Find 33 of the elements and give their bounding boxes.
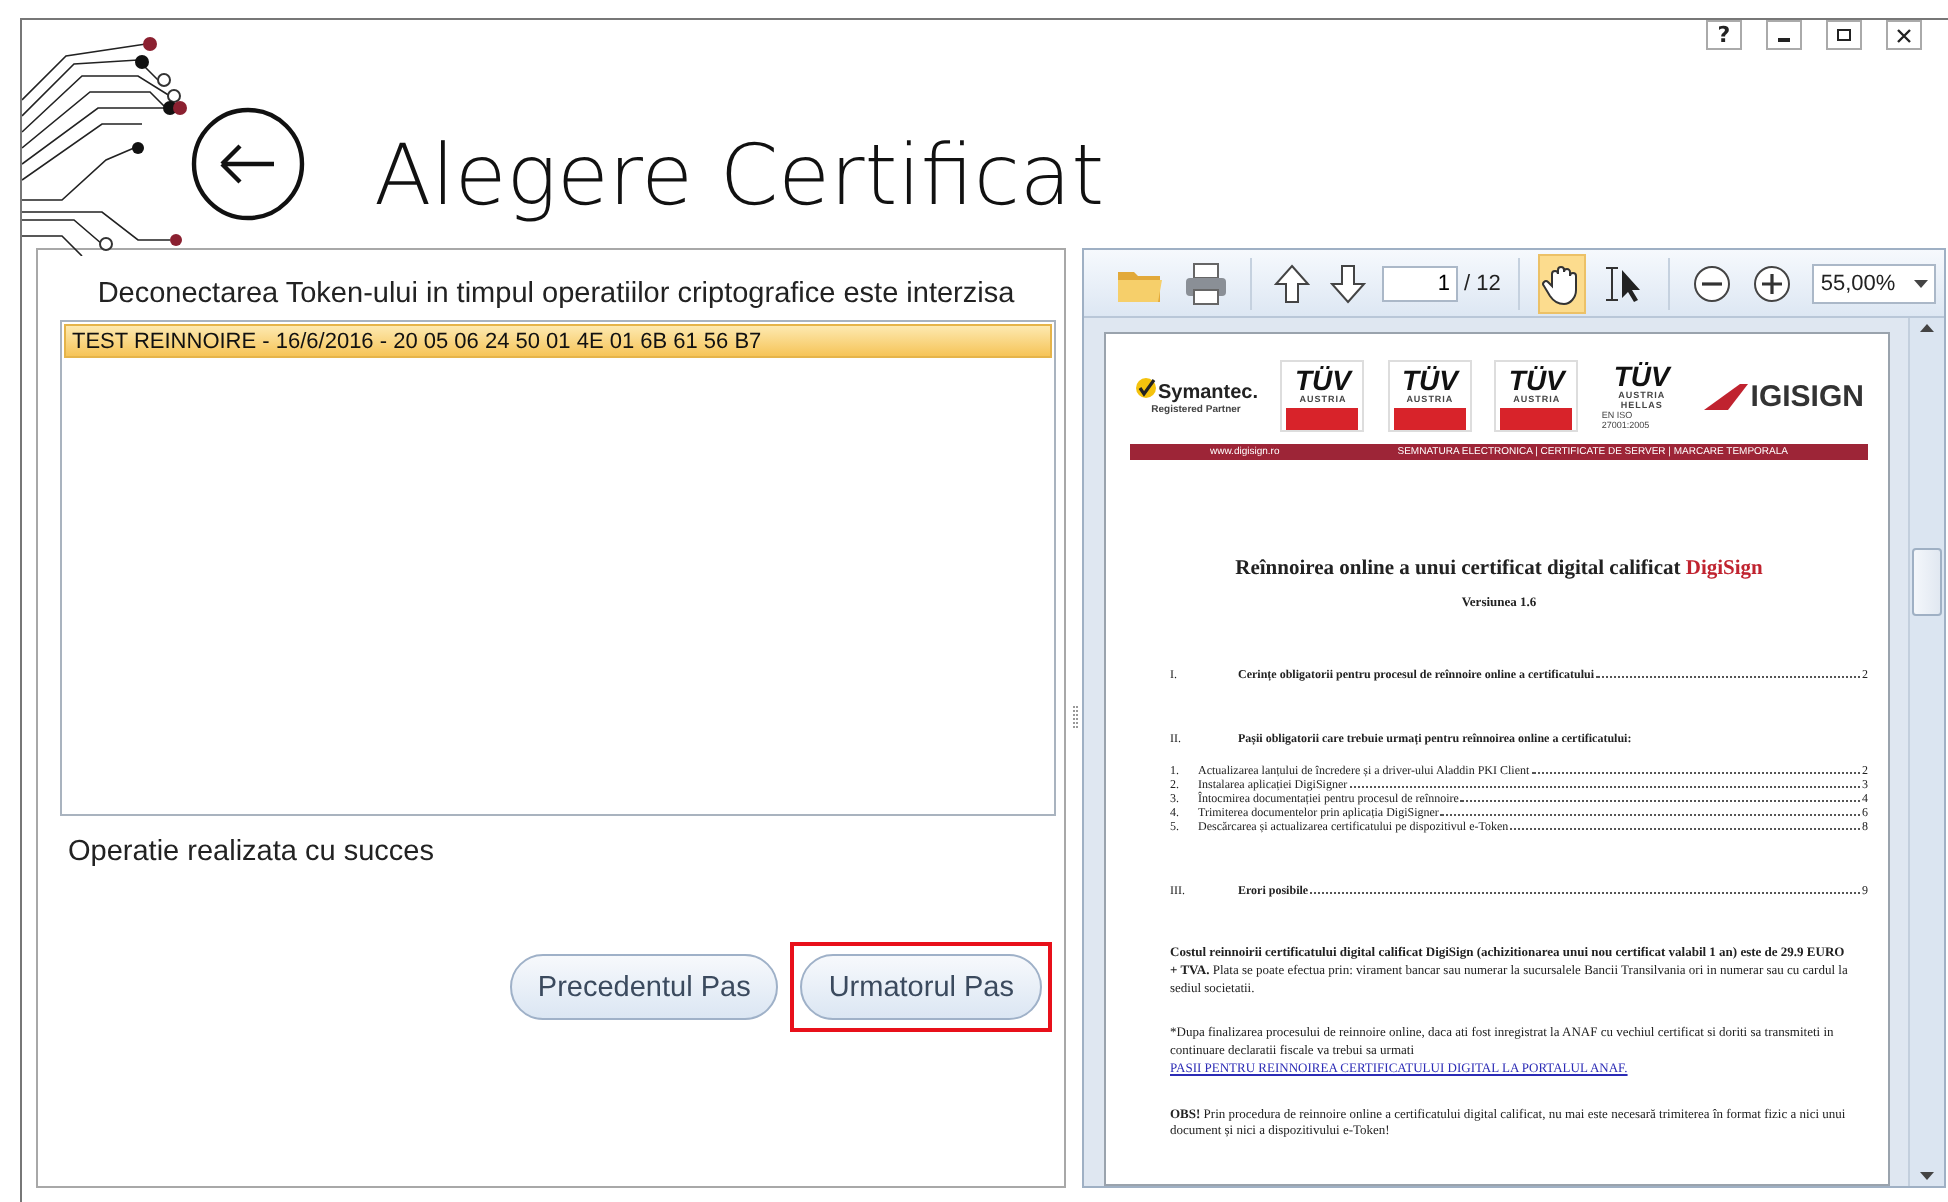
scroll-up-icon	[1920, 324, 1934, 332]
minus-circle-icon	[1692, 263, 1733, 303]
warning-text: Deconectarea Token-ului in timpul operatiilor criptografice este interzisa	[95, 278, 1017, 310]
checkmark-icon	[1134, 376, 1158, 398]
close-icon	[1896, 27, 1912, 43]
caret-icon	[1914, 279, 1929, 287]
scrollbar-thumb[interactable]	[1912, 548, 1942, 616]
back-button[interactable]	[190, 106, 306, 222]
splitter-grip-icon[interactable]	[1071, 706, 1077, 730]
close-button[interactable]	[1886, 20, 1922, 50]
page-title: Alegere Certificat	[374, 129, 1105, 222]
scroll-down-icon	[1920, 1172, 1934, 1180]
brand-logo: IGISIGN	[1704, 379, 1864, 413]
previous-step-button[interactable]: Precedentul Pas	[509, 954, 779, 1020]
plus-circle-icon	[1752, 263, 1793, 303]
certificate-item[interactable]: TEST REINNOIRE - 16/6/2016 - 20 05 06 24 50 01 4E 01 6B 61 56 B7	[64, 324, 1052, 358]
minimize-button[interactable]	[1766, 20, 1802, 50]
hand-tool-button[interactable]	[1538, 253, 1587, 313]
status-text: Operatie realizata cu succes	[68, 836, 436, 868]
page-count: / 12	[1464, 271, 1501, 295]
page-number-field[interactable]: 1	[1382, 265, 1458, 301]
arrow-up-icon	[1274, 263, 1310, 303]
swoosh-icon	[1704, 382, 1749, 410]
help-button[interactable]: ?	[1706, 20, 1742, 50]
zoom-dropdown[interactable]: 55,00%	[1812, 263, 1937, 303]
printer-icon	[1184, 261, 1228, 305]
maximize-button[interactable]	[1826, 20, 1862, 50]
next-step-button[interactable]: Urmatorul Pas	[800, 954, 1042, 1020]
maximize-icon	[1836, 27, 1852, 43]
hand-icon	[1542, 261, 1583, 305]
vertical-scrollbar[interactable]	[1908, 318, 1944, 1186]
arrow-down-icon	[1330, 263, 1366, 303]
document-title: Reînnoirea online a unui certificat digital calificat DigiSign	[1233, 558, 1765, 580]
